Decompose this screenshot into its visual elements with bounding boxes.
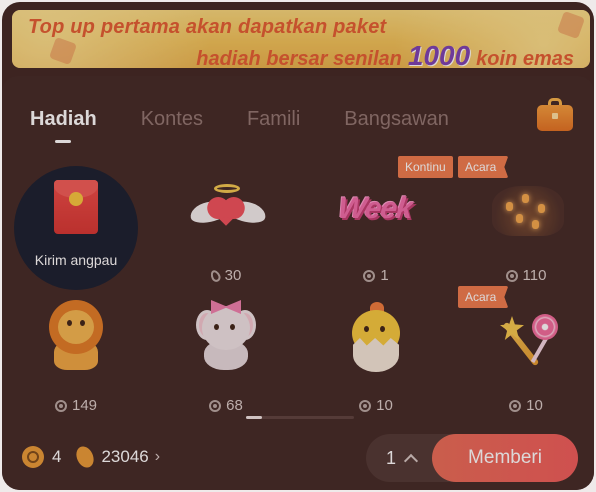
chick-in-egg-icon: [346, 300, 406, 374]
banner-line-2-prefix: hadiah bersar senilan: [196, 48, 402, 68]
heart: [213, 200, 239, 226]
envelope-seal: [69, 192, 83, 206]
gift-price-value: 68: [226, 397, 243, 414]
coin-icon: [209, 399, 222, 412]
gift-price-value: 110: [522, 267, 547, 284]
gift-item-sky-lanterns[interactable]: Acara 110: [458, 156, 588, 288]
gift-item-lion[interactable]: 149: [14, 296, 138, 418]
gift-price: 30: [164, 267, 288, 284]
elephant-head: [202, 306, 250, 350]
gift-item-winged-heart[interactable]: 30: [164, 166, 288, 288]
tag-kontinu: Kontinu: [398, 156, 453, 178]
bean-icon: [208, 268, 222, 283]
gift-item-week[interactable]: Kontinu Week 1: [314, 156, 453, 288]
banner-highlight-amount: 1000: [407, 40, 471, 68]
lion-face: [58, 310, 94, 344]
red-envelope-icon: [54, 180, 98, 234]
tab-hadiah[interactable]: Hadiah: [30, 108, 97, 131]
coin-icon: [509, 399, 522, 412]
tag-acara: Acara: [458, 286, 509, 308]
chevron-right-icon: ›: [154, 448, 161, 465]
first-topup-banner[interactable]: Top up pertama akan dapatkan paket hadia…: [12, 10, 590, 68]
bean-icon: [73, 443, 98, 471]
week-art-text: Week: [335, 192, 415, 225]
gift-dialog: Top up pertama akan dapatkan paket hadia…: [2, 2, 594, 490]
banner-line-2-suffix: koin emas: [476, 48, 574, 68]
gift-box-deco-icon: [556, 10, 586, 40]
gift-tabs: Hadiah Kontes Famili Bangsawan: [30, 102, 493, 136]
coin-icon: [359, 399, 372, 412]
gift-panel: Hadiah Kontes Famili Bangsawan Kirim ang…: [2, 76, 594, 490]
lantern: [516, 214, 523, 223]
gift-price-value: 10: [376, 397, 393, 414]
lantern: [538, 204, 545, 213]
gift-item-magic-wand[interactable]: Acara 10: [458, 286, 588, 418]
quantity-value: 1: [385, 447, 396, 468]
wallet-balance[interactable]: 4 23046 ›: [22, 443, 161, 471]
gift-item-elephant[interactable]: 68: [164, 296, 288, 418]
bag-clasp: [552, 113, 558, 119]
gift-price: 149: [14, 397, 138, 414]
lantern: [522, 194, 529, 203]
gift-price: 10: [314, 397, 438, 414]
gift-item-red-envelope[interactable]: Kirim angpau: [14, 166, 138, 290]
lantern: [506, 202, 513, 211]
week-text-icon: Week: [336, 186, 416, 236]
eye: [67, 320, 72, 326]
gift-price: 110: [464, 267, 588, 284]
magic-wand-lollipop-icon: [488, 310, 568, 374]
coin-icon: [505, 269, 518, 282]
backpack-button[interactable]: [536, 96, 574, 132]
eye: [214, 324, 219, 330]
tag-acara: Acara: [458, 156, 509, 178]
page-indicator-active: [246, 416, 262, 419]
send-control: 1 Memberi: [366, 434, 578, 482]
banner-line-2: hadiah bersar senilan 1000 koin emas: [196, 40, 574, 68]
gift-price: 68: [164, 397, 288, 414]
chevron-up-icon: [403, 453, 419, 469]
tab-famili[interactable]: Famili: [247, 108, 300, 131]
eggshell: [353, 338, 399, 372]
coin-balance: 4: [52, 447, 62, 466]
lantern-scene: [492, 186, 564, 236]
gift-price-value: 1: [380, 267, 389, 284]
gift-price: 10: [464, 397, 588, 414]
winged-heart-icon: [188, 184, 268, 234]
gift-item-chick[interactable]: 10: [314, 296, 438, 418]
eye: [80, 320, 85, 326]
page-indicator: [246, 416, 354, 419]
lantern: [532, 220, 539, 229]
lion-icon: [46, 300, 106, 372]
lollipop: [532, 314, 558, 340]
eye: [364, 326, 369, 332]
tab-bangsawan[interactable]: Bangsawan: [344, 108, 449, 131]
gift-price: 1: [314, 267, 438, 284]
send-gift-button[interactable]: Memberi: [432, 434, 578, 482]
coin-icon: [22, 446, 44, 468]
banner-line-1: Top up pertama akan dapatkan paket: [28, 16, 387, 38]
coin-icon: [363, 269, 376, 282]
halo: [214, 184, 240, 193]
gift-price-value: 30: [224, 267, 242, 284]
quantity-selector[interactable]: 1: [366, 434, 436, 482]
tab-kontes[interactable]: Kontes: [141, 108, 203, 131]
sky-lanterns-icon: [488, 180, 568, 240]
gift-name: Kirim angpau: [34, 252, 118, 268]
coin-icon: [54, 399, 67, 412]
elephant-icon: [194, 300, 258, 372]
gift-price-value: 149: [71, 397, 98, 414]
eye: [380, 326, 385, 332]
bean-balance: 23046: [101, 447, 149, 466]
gift-price-value: 10: [526, 397, 543, 414]
gift-box-deco-icon: [48, 36, 78, 66]
eye: [230, 324, 235, 330]
